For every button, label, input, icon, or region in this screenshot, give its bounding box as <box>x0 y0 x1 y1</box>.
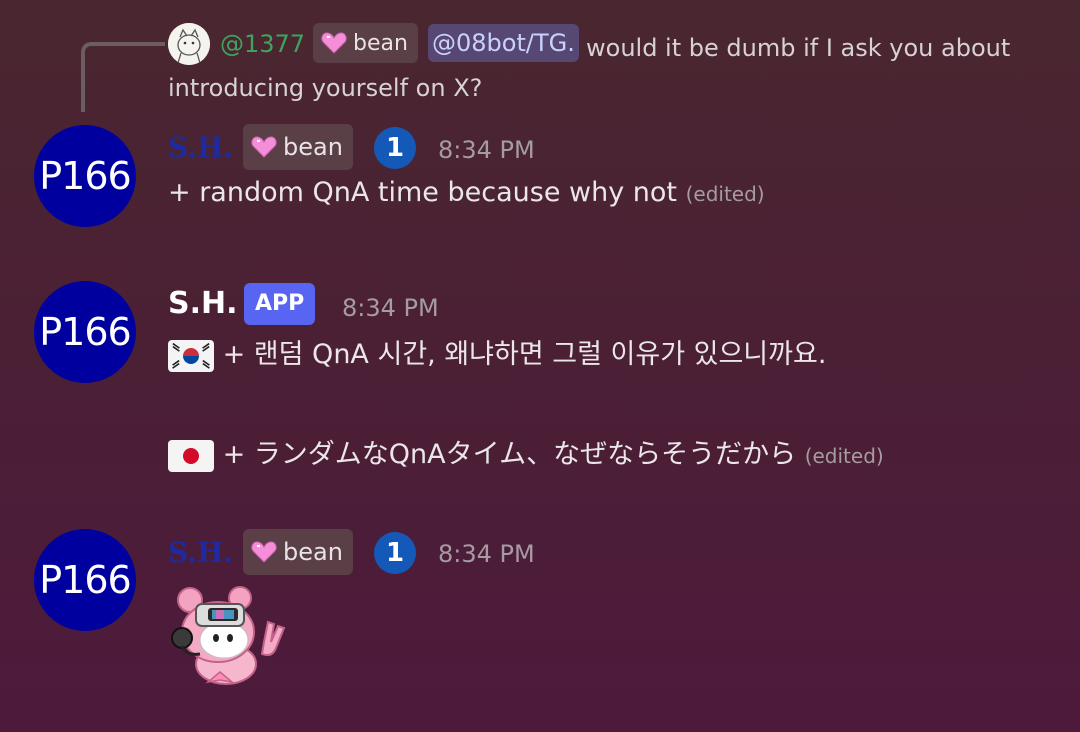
timestamp[interactable]: 8:34 PM <box>342 288 439 328</box>
message-line-japanese[interactable]: + ランダムなQnAタイム、なぜならそうだから (edited) <box>168 435 884 476</box>
avatar[interactable]: P166 <box>34 529 136 631</box>
message-content-japanese: + ランダムなQnAタイム、なぜならそうだから <box>222 439 797 470</box>
author-name[interactable]: S.H. <box>168 533 233 573</box>
role-tag: bean <box>243 124 353 170</box>
korea-flag-icon <box>168 339 214 372</box>
timestamp[interactable]: 8:34 PM <box>438 130 535 170</box>
avatar[interactable]: P166 <box>34 125 136 227</box>
message-line-korean[interactable]: + 랜덤 QnA 시간, 왜냐하면 그럴 이유가 있으니까요. <box>168 335 826 375</box>
number-badge: 1 <box>374 532 416 574</box>
number-badge: 1 <box>374 127 416 169</box>
role-tag: bean <box>243 529 353 575</box>
bear-sticker[interactable] <box>168 586 294 686</box>
author-name[interactable]: S.H. <box>168 284 238 324</box>
role-tag-label: bean <box>283 133 343 161</box>
message-content-korean: + 랜덤 QnA 시간, 왜냐하면 그럴 이유가 있으니까요. <box>222 339 827 370</box>
role-tag-label: bean <box>283 538 343 566</box>
edited-label: (edited) <box>685 182 765 206</box>
japan-flag-icon <box>168 439 214 472</box>
avatar[interactable]: P166 <box>34 281 136 383</box>
edited-label: (edited) <box>804 444 884 468</box>
pink-heart-icon <box>251 541 277 563</box>
reply-connector <box>81 42 165 112</box>
reply-message-text[interactable]: would it be dumb if I ask you about intr… <box>168 28 1048 108</box>
message-text[interactable]: + random QnA time because why not (edite… <box>168 173 765 214</box>
message-content: + random QnA time because why not <box>168 177 677 208</box>
timestamp[interactable]: 8:34 PM <box>438 534 535 574</box>
pink-heart-icon <box>251 136 277 158</box>
author-name[interactable]: S.H. <box>168 128 233 168</box>
app-badge: APP <box>244 283 316 325</box>
reply-message-content: would it be dumb if I ask you about intr… <box>168 34 1011 102</box>
